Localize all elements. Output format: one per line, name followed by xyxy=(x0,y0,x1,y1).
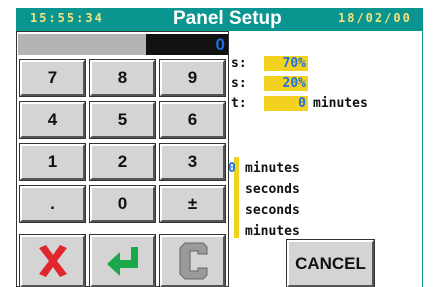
setting-value-3[interactable]: 0 xyxy=(264,96,308,111)
key-7[interactable]: 7 xyxy=(19,59,86,97)
key-8[interactable]: 8 xyxy=(89,59,156,97)
key-label: 4 xyxy=(47,110,58,129)
key-9[interactable]: 9 xyxy=(159,59,226,97)
key-label: 3 xyxy=(187,152,198,171)
cancel-button[interactable]: CANCEL xyxy=(286,239,375,287)
page-title: Panel Setup xyxy=(173,8,282,29)
partial-value: 0 xyxy=(228,161,236,176)
key-plus-minus[interactable]: ± xyxy=(159,185,226,223)
key-label: 0 xyxy=(117,194,128,213)
key-2[interactable]: 2 xyxy=(89,143,156,181)
display-value: 0 xyxy=(215,35,225,54)
key-5[interactable]: 5 xyxy=(89,101,156,139)
key-label: 6 xyxy=(187,110,198,129)
clock-date: 18/02/00 xyxy=(338,11,412,25)
key-label: 8 xyxy=(117,68,128,87)
display-field: 0 xyxy=(146,34,228,55)
key-decimal-point[interactable]: . xyxy=(19,185,86,223)
setting-value-2[interactable]: 20% xyxy=(264,76,308,91)
display-bar xyxy=(18,34,146,55)
setting-value-1[interactable]: 70% xyxy=(264,56,308,71)
numeric-keypad: 0 7 8 9 4 5 6 1 2 3 . 0 ± xyxy=(16,31,229,287)
panel-setup-screen: 15:55:34 Panel Setup 18/02/00 s: 70% s: … xyxy=(0,0,440,287)
unit-label-2: seconds xyxy=(245,182,300,197)
key-0[interactable]: 0 xyxy=(89,185,156,223)
key-label: 2 xyxy=(117,152,128,171)
cancel-button-label: CANCEL xyxy=(295,253,366,273)
setting-unit-3: minutes xyxy=(313,96,368,111)
key-3[interactable]: 3 xyxy=(159,143,226,181)
clear-c-icon xyxy=(179,242,207,280)
clock-time: 15:55:34 xyxy=(30,11,104,25)
key-label: 1 xyxy=(47,152,58,171)
delete-button[interactable] xyxy=(19,234,86,287)
unit-label-3: seconds xyxy=(245,203,300,218)
clear-button[interactable] xyxy=(159,234,226,287)
keypad-display: 0 xyxy=(18,34,228,55)
title-bar: 15:55:34 Panel Setup 18/02/00 xyxy=(16,8,423,31)
key-6[interactable]: 6 xyxy=(159,101,226,139)
unit-label-4: minutes xyxy=(245,224,300,239)
delete-x-icon xyxy=(38,245,67,277)
setting-label-2: s: xyxy=(231,76,247,91)
key-label: 7 xyxy=(47,68,58,87)
key-1[interactable]: 1 xyxy=(19,143,86,181)
key-label: . xyxy=(50,194,55,213)
key-4[interactable]: 4 xyxy=(19,101,86,139)
setting-label-1: s: xyxy=(231,56,247,71)
key-label: 9 xyxy=(187,68,198,87)
key-label: 5 xyxy=(117,110,128,129)
key-label: ± xyxy=(187,194,198,213)
enter-button[interactable] xyxy=(89,234,156,287)
unit-label-1: minutes xyxy=(245,161,300,176)
enter-arrow-icon xyxy=(106,247,138,276)
setting-label-3: t: xyxy=(231,96,247,111)
